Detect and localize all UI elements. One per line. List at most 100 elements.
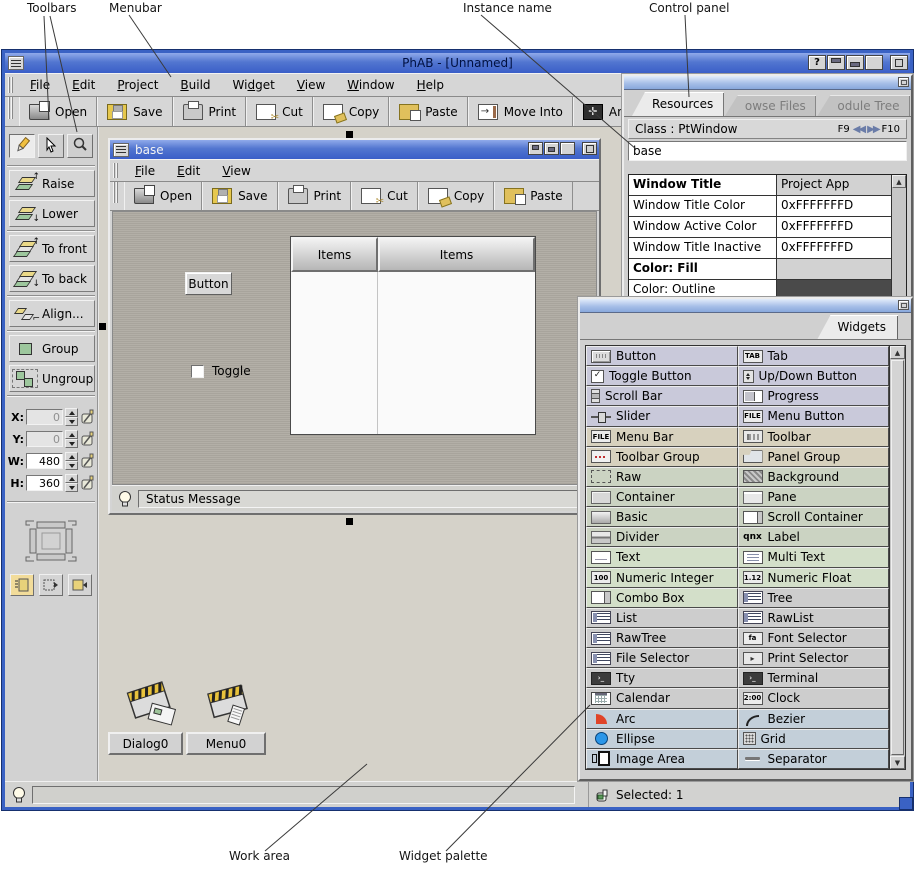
raise-button[interactable]: ↑Raise xyxy=(9,170,95,197)
resource-row-window-active-color[interactable]: Window Active Color0xFFFFFFFD xyxy=(629,217,891,238)
palette-item-clock[interactable]: 2:00Clock xyxy=(738,688,890,708)
list-header[interactable]: Items xyxy=(378,237,535,272)
w-stepper[interactable] xyxy=(65,452,78,470)
print-button[interactable]: Print xyxy=(173,97,247,126)
palette-item-container[interactable]: Container xyxy=(586,487,738,507)
y-stepper[interactable] xyxy=(65,430,78,448)
palette-item-label[interactable]: qnxLabel xyxy=(738,527,890,547)
copy-button[interactable]: Copy xyxy=(313,97,389,126)
palette-item-multi-text[interactable]: Multi Text xyxy=(738,547,890,567)
palette-item-menu-button[interactable]: FILEMenu Button xyxy=(738,406,890,426)
x-field[interactable] xyxy=(26,409,63,425)
palette-item-image-area[interactable]: Image Area xyxy=(586,749,738,769)
base-paste-button[interactable]: Paste xyxy=(494,182,572,210)
palette-item-toolbar-group[interactable]: Toolbar Group xyxy=(586,447,738,467)
step-up-icon[interactable] xyxy=(65,474,78,483)
base-print-button[interactable]: Print xyxy=(278,182,352,210)
palette-item-rawtree[interactable]: RawTree xyxy=(586,628,738,648)
resources-scrollbar[interactable]: ▲ xyxy=(891,175,906,303)
palette-item-calendar[interactable]: Calendar xyxy=(586,688,738,708)
dialog-module-icon[interactable] xyxy=(121,679,183,731)
resources-titlebar[interactable] xyxy=(624,76,911,90)
resource-row-window-title-inactive[interactable]: Window Title Inactive0xFFFFFFFD xyxy=(629,238,891,259)
button-widget[interactable]: Button xyxy=(185,272,232,295)
menu-item-window[interactable]: Window xyxy=(336,76,405,94)
scrollbar-thumb[interactable] xyxy=(891,360,904,755)
restore-button[interactable] xyxy=(865,55,883,70)
main-titlebar[interactable]: PhAB - [Unnamed] ? xyxy=(5,53,910,74)
toggle-widget[interactable]: Toggle xyxy=(191,364,251,378)
instance-name-field[interactable] xyxy=(628,141,907,161)
base-module-window[interactable]: base FileEditView OpenSavePrintCutCopyPa… xyxy=(108,138,601,515)
palette-item-panel-group[interactable]: Panel Group xyxy=(738,447,890,467)
maximize-button[interactable] xyxy=(846,55,864,70)
base-toolbar-grip-handle[interactable] xyxy=(113,182,118,203)
step-down-icon[interactable] xyxy=(65,461,78,470)
selection-handle-top[interactable] xyxy=(346,131,353,138)
expand-panel-button[interactable] xyxy=(68,574,92,596)
scroll-up-icon[interactable]: ▲ xyxy=(890,346,905,359)
step-down-icon[interactable] xyxy=(65,417,78,426)
palette-item-scroll-container[interactable]: Scroll Container xyxy=(738,507,890,527)
collapse-panel-button[interactable] xyxy=(39,574,63,596)
anchor-frame-indicator[interactable] xyxy=(22,514,80,568)
help-button[interactable]: ? xyxy=(808,55,826,70)
palette-item-terminal[interactable]: Terminal xyxy=(738,668,890,688)
palette-item-tty[interactable]: Tty xyxy=(586,668,738,688)
base-open-button[interactable]: Open xyxy=(124,182,202,210)
tab-widgets[interactable]: Widgets xyxy=(817,315,898,339)
divider-list-widget[interactable]: Items Items xyxy=(290,236,536,435)
group-button[interactable]: Group xyxy=(9,335,95,362)
palette-item-bezier[interactable]: Bezier xyxy=(738,709,890,729)
minimize-button[interactable] xyxy=(827,55,845,70)
tab-owse-files[interactable]: owse Files xyxy=(725,95,817,116)
paste-button[interactable]: Paste xyxy=(389,97,467,126)
palette-item-print-selector[interactable]: Print Selector xyxy=(738,648,890,668)
base-maximize-button[interactable] xyxy=(544,142,559,155)
palette-item-progress[interactable]: Progress xyxy=(738,386,890,406)
base-titlebar[interactable]: base xyxy=(110,140,599,160)
palette-titlebar[interactable] xyxy=(580,299,911,313)
base-menubar-grip-handle[interactable] xyxy=(113,163,118,179)
resource-row-color-fill[interactable]: Color: Fill xyxy=(629,259,891,280)
palette-item-basic[interactable]: Basic xyxy=(586,507,738,527)
base-save-button[interactable]: Save xyxy=(202,182,277,210)
ungroup-button[interactable]: Ungroup xyxy=(9,365,95,392)
pen-lock-icon[interactable] xyxy=(80,431,95,447)
pencil-tool-button[interactable] xyxy=(9,134,35,158)
w-field[interactable] xyxy=(26,453,63,469)
to-back-button[interactable]: ↓To back xyxy=(9,265,95,292)
step-up-icon[interactable] xyxy=(65,430,78,439)
scroll-down-icon[interactable]: ▼ xyxy=(890,756,905,769)
step-down-icon[interactable] xyxy=(65,483,78,492)
menu-item-project[interactable]: Project xyxy=(106,76,169,94)
open-button[interactable]: Open xyxy=(19,97,97,126)
magnifier-tool-button[interactable] xyxy=(67,134,93,158)
step-up-icon[interactable] xyxy=(65,408,78,417)
toolbar-grip-handle[interactable] xyxy=(8,97,13,119)
palette-item-combo-box[interactable]: Combo Box xyxy=(586,588,738,608)
palette-item-slider[interactable]: Slider xyxy=(586,406,738,426)
x-stepper[interactable] xyxy=(65,408,78,426)
h-field[interactable] xyxy=(26,475,63,491)
palette-item-scroll-bar[interactable]: Scroll Bar xyxy=(586,386,738,406)
base-close-button[interactable] xyxy=(582,142,597,155)
resource-row-window-title-color[interactable]: Window Title Color0xFFFFFFFD xyxy=(629,196,891,217)
menu-item-help[interactable]: Help xyxy=(406,76,455,94)
base-menu-item-view[interactable]: View xyxy=(211,162,261,180)
palette-item-toolbar[interactable]: Toolbar xyxy=(738,427,890,447)
resource-value[interactable]: 0xFFFFFFFD xyxy=(777,196,891,216)
close-button[interactable] xyxy=(890,55,908,70)
palette-item-file-selector[interactable]: File Selector xyxy=(586,648,738,668)
base-content-canvas[interactable]: Button Items Items Toggle xyxy=(112,211,597,485)
h-stepper[interactable] xyxy=(65,474,78,492)
prev-resource-icon[interactable]: ◀◀ xyxy=(853,124,864,135)
module-view-button[interactable] xyxy=(10,574,34,596)
menu-item-view[interactable]: View xyxy=(286,76,336,94)
tab-odule-tree[interactable]: odule Tree xyxy=(817,95,910,116)
palette-window-button[interactable] xyxy=(898,300,909,310)
pen-lock-icon[interactable] xyxy=(80,409,95,425)
resource-value[interactable] xyxy=(777,259,891,279)
palette-item-toggle-button[interactable]: Toggle Button xyxy=(586,366,738,386)
palette-item-font-selector[interactable]: faFont Selector xyxy=(738,628,890,648)
